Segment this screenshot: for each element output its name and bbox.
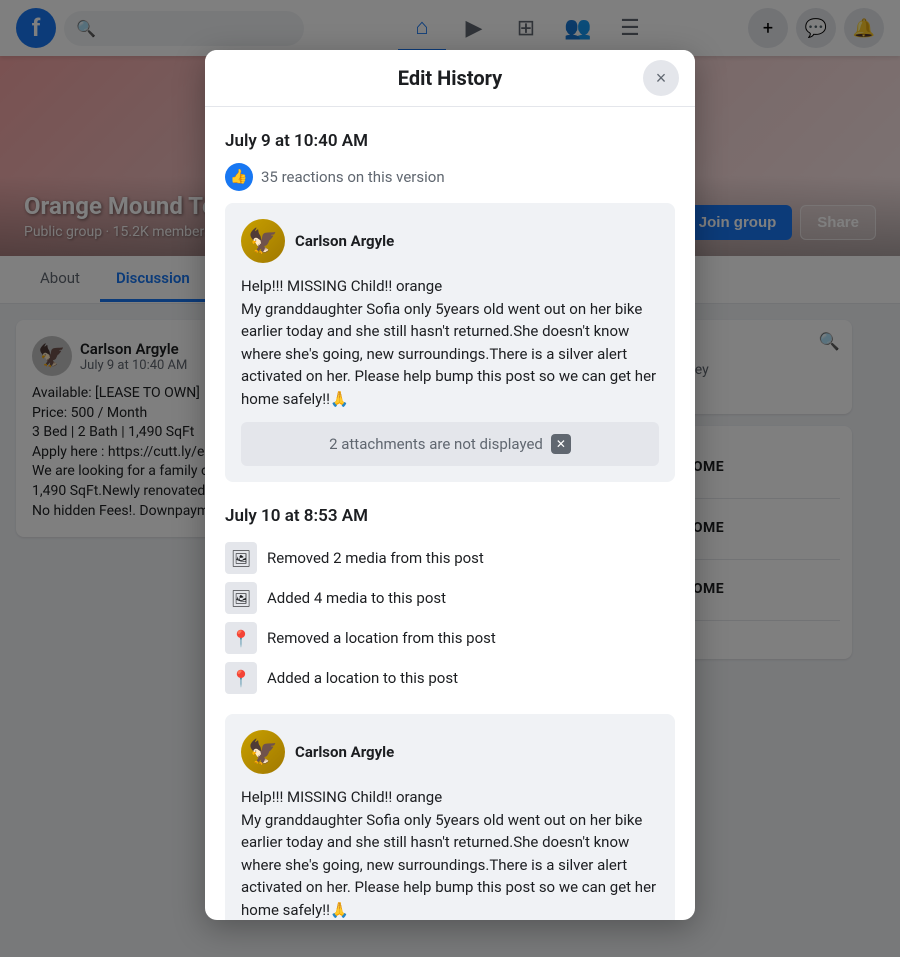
modal-body: July 9 at 10:40 AM 👍 35 reactions on thi…: [205, 107, 695, 920]
media-add-icon: 🖼: [225, 582, 257, 614]
edit-history-modal: Edit History × July 9 at 10:40 AM 👍 35 r…: [205, 50, 695, 920]
attachments-text: 2 attachments are not displayed: [329, 435, 543, 453]
version2-avatar: 🦅: [241, 730, 285, 774]
change-item-2: 🖼 Added 4 media to this post: [225, 578, 675, 618]
version1-avatar: 🦅: [241, 219, 285, 263]
media-remove-icon: 🖼: [225, 542, 257, 574]
modal-overlay[interactable]: Edit History × July 9 at 10:40 AM 👍 35 r…: [0, 0, 900, 957]
reactions-text: 35 reactions on this version: [261, 168, 445, 186]
version1-text: Help!!! MISSING Child!! orange My grandd…: [241, 275, 659, 410]
change-text-1: Removed 2 media from this post: [267, 549, 484, 567]
version2-card: 🦅 Carlson Argyle Help!!! MISSING Child!!…: [225, 714, 675, 920]
version1-date: July 9 at 10:40 AM: [225, 131, 675, 151]
change-text-4: Added a location to this post: [267, 669, 458, 687]
thumbs-up-icon: 👍: [225, 163, 253, 191]
version2-date: July 10 at 8:53 AM: [225, 506, 675, 526]
change-text-3: Removed a location from this post: [267, 629, 496, 647]
change-item-3: 📍 Removed a location from this post: [225, 618, 675, 658]
version2-author-name: Carlson Argyle: [295, 743, 394, 761]
version1-author: 🦅 Carlson Argyle: [241, 219, 659, 263]
reactions-line: 👍 35 reactions on this version: [225, 163, 675, 191]
version1-card: 🦅 Carlson Argyle Help!!! MISSING Child!!…: [225, 203, 675, 482]
location-remove-icon: 📍: [225, 622, 257, 654]
modal-header: Edit History ×: [205, 50, 695, 107]
attachments-box: 2 attachments are not displayed ✕: [241, 422, 659, 466]
modal-title: Edit History: [398, 66, 502, 90]
change-item-4: 📍 Added a location to this post: [225, 658, 675, 698]
location-add-icon: 📍: [225, 662, 257, 694]
change-item-1: 🖼 Removed 2 media from this post: [225, 538, 675, 578]
change-text-2: Added 4 media to this post: [267, 589, 446, 607]
attach-close-icon: ✕: [551, 434, 571, 454]
change-section: 🖼 Removed 2 media from this post 🖼 Added…: [225, 538, 675, 698]
version2-author: 🦅 Carlson Argyle: [241, 730, 659, 774]
modal-close-button[interactable]: ×: [643, 60, 679, 96]
version2-text: Help!!! MISSING Child!! orange My grandd…: [241, 786, 659, 920]
version1-author-name: Carlson Argyle: [295, 232, 394, 250]
